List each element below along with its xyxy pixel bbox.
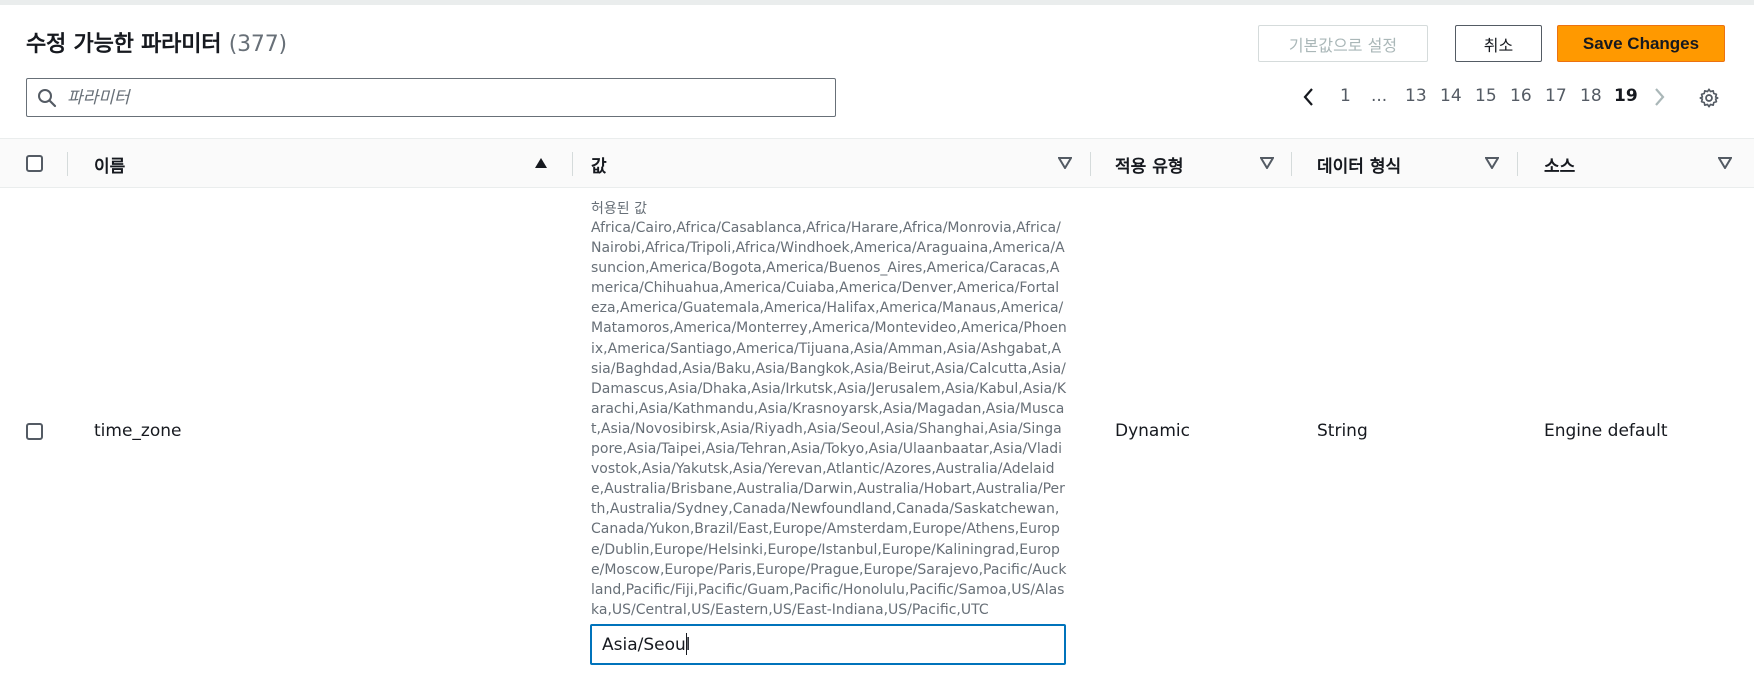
gear-icon[interactable] — [1698, 87, 1720, 109]
column-divider — [1517, 152, 1518, 176]
sort-icon[interactable] — [1718, 157, 1732, 169]
cancel-button[interactable]: 취소 — [1455, 25, 1542, 62]
save-changes-button[interactable]: Save Changes — [1557, 25, 1725, 62]
column-header-apply-type[interactable]: 적용 유형 — [1115, 152, 1183, 177]
text-cursor — [686, 633, 687, 655]
sort-icon[interactable] — [1058, 157, 1072, 169]
page-title-text: 수정 가능한 파라미터 — [26, 32, 222, 57]
sort-icon[interactable] — [1485, 157, 1499, 169]
column-header-value[interactable]: 값 — [591, 152, 607, 177]
sort-icon[interactable] — [1260, 157, 1274, 169]
next-page-icon — [1655, 88, 1665, 106]
column-header-source[interactable]: 소스 — [1544, 152, 1575, 177]
parameter-name: time_zone — [94, 421, 182, 441]
page-1[interactable]: 1 — [1340, 86, 1351, 106]
parameter-count: (377) — [228, 32, 287, 57]
allowed-values-label: 허용된 값 — [591, 201, 647, 217]
page-16[interactable]: 16 — [1510, 86, 1532, 106]
apply-type-value: Dynamic — [1115, 421, 1190, 441]
page-title: 수정 가능한 파라미터 (377) — [26, 26, 287, 58]
page-17[interactable]: 17 — [1545, 86, 1567, 106]
page-13[interactable]: 13 — [1405, 86, 1427, 106]
search-input[interactable] — [67, 79, 827, 116]
row-checkbox[interactable] — [26, 423, 43, 440]
page-14[interactable]: 14 — [1440, 86, 1462, 106]
table-header: 이름 값 적용 유형 데이터 형식 소스 — [0, 138, 1754, 188]
sort-ascending-icon[interactable] — [534, 157, 548, 169]
column-header-name[interactable]: 이름 — [94, 152, 125, 177]
top-border — [0, 0, 1754, 5]
page-15[interactable]: 15 — [1475, 86, 1497, 106]
page-18[interactable]: 18 — [1580, 86, 1602, 106]
data-type-value: String — [1317, 421, 1368, 441]
column-divider — [1291, 152, 1292, 176]
column-divider — [1090, 152, 1091, 176]
parameter-value-input[interactable] — [590, 624, 1066, 665]
page-ellipsis: ... — [1371, 86, 1388, 106]
search-box[interactable] — [26, 78, 836, 117]
column-divider — [572, 152, 573, 176]
page-19-current[interactable]: 19 — [1614, 86, 1638, 106]
search-icon — [38, 89, 57, 108]
column-divider — [67, 152, 68, 176]
source-value: Engine default — [1544, 421, 1668, 441]
select-all-checkbox[interactable] — [26, 155, 43, 172]
reset-to-default-button[interactable]: 기본값으로 설정 — [1258, 25, 1428, 62]
previous-page-icon[interactable] — [1302, 86, 1316, 108]
allowed-values-list: Africa/Cairo,Africa/Casablanca,Africa/Ha… — [591, 220, 1067, 618]
column-header-data-type[interactable]: 데이터 형식 — [1317, 152, 1401, 177]
